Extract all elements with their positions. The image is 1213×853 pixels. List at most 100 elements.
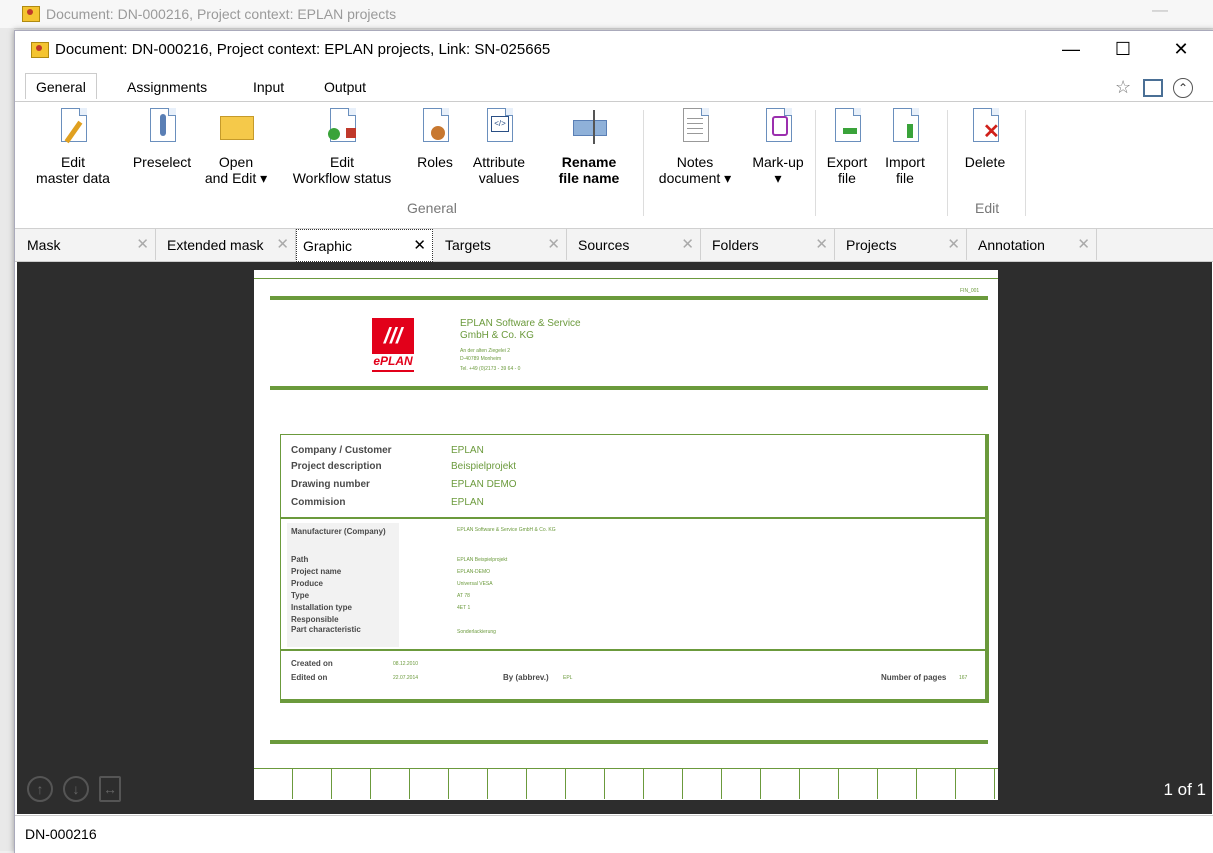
star-icon[interactable]: ☆ (1115, 77, 1131, 98)
tab-input[interactable]: Input (253, 79, 284, 95)
preselect-label: Preselect (132, 154, 192, 170)
rename-file-name-button[interactable]: Rename file name (551, 108, 627, 186)
background-title-bar: Document: DN-000216, Project context: EP… (0, 0, 1213, 29)
field-label: Drawing number (291, 479, 370, 490)
open-folder-icon (218, 108, 254, 148)
edited-label: Edited on (291, 673, 328, 682)
detail-value: EPLAN Software & Service GmbH & Co. KG (457, 527, 556, 533)
roles-button[interactable]: Roles (413, 108, 457, 170)
ribbon: Edit master data Preselect Open and Edit… (15, 101, 1213, 229)
background-left-strip (0, 28, 14, 851)
detail-label: Path (291, 555, 309, 564)
document-tabs: Mask ✕ Extended mask ✕ Graphic ✕ Targets ✕ S… (15, 229, 1213, 262)
window-title: Document: DN-000216, Project context: EP… (55, 41, 551, 58)
attribute-values-button[interactable]: </> Attribute values (463, 108, 535, 186)
tab-extended-mask[interactable]: Extended mask ✕ (155, 229, 296, 260)
ribbon-separator (1025, 110, 1026, 216)
by-label: By (abbrev.) (503, 673, 549, 682)
close-icon[interactable]: ✕ (413, 236, 426, 254)
tab-targets[interactable]: Targets ✕ (433, 229, 567, 260)
open-and-edit-button[interactable]: Open and Edit ▾ (201, 108, 271, 186)
export-label-2: file (838, 170, 856, 186)
close-icon[interactable]: ✕ (947, 235, 960, 253)
edit-workflow-label-1: Edit (329, 154, 355, 170)
import-file-button[interactable]: Import file (877, 108, 933, 186)
detail-value: Sonderlackierung (457, 629, 496, 635)
workflow-icon (324, 108, 360, 148)
detail-label: Part characteristic (291, 625, 361, 634)
arrow-down-icon[interactable]: ↓ (63, 776, 89, 802)
tab-mask[interactable]: Mask ✕ (15, 229, 156, 260)
tab-annotation[interactable]: Annotation ✕ (966, 229, 1097, 260)
tab-graphic-label: Graphic (303, 238, 353, 254)
tab-sources[interactable]: Sources ✕ (566, 229, 701, 260)
tab-projects-label: Projects (846, 237, 897, 253)
background-minimize-button[interactable]: — (1152, 2, 1168, 20)
box-divider (281, 517, 985, 519)
tab-folders[interactable]: Folders ✕ (700, 229, 835, 260)
import-label-2: file (896, 170, 914, 186)
close-icon[interactable]: ✕ (1077, 235, 1090, 253)
detail-label: Type (291, 591, 310, 600)
background-title: Document: DN-000216, Project context: EP… (46, 6, 397, 22)
pages-label: Number of pages (881, 673, 947, 682)
graphic-viewer[interactable]: FIN_001 /// ePLAN EPLAN Software & Servi… (17, 262, 1212, 814)
title-bar: Document: DN-000216, Project context: EP… (15, 31, 1213, 69)
close-icon[interactable]: ✕ (547, 235, 560, 253)
address-line-1: An der alten Ziegelei 2 (460, 348, 511, 354)
fit-width-icon[interactable]: ↔ (99, 776, 121, 802)
close-icon[interactable]: ✕ (681, 235, 694, 253)
close-icon[interactable]: ✕ (136, 235, 149, 253)
tab-annotation-label: Annotation (978, 237, 1045, 253)
page-top-ruler (254, 270, 998, 279)
delete-icon: ✕ (967, 108, 1003, 148)
tab-projects[interactable]: Projects ✕ (834, 229, 967, 260)
tab-targets-label: Targets (445, 237, 491, 253)
tab-graphic[interactable]: Graphic ✕ (296, 229, 433, 262)
tab-folders-label: Folders (712, 237, 759, 253)
mark-up-button[interactable]: Mark-up ▾ (745, 108, 811, 186)
page-counter: 1 of 1 (1163, 780, 1206, 799)
tab-output[interactable]: Output (324, 79, 366, 95)
attribute-values-label-2: values (478, 170, 520, 186)
export-label-1: Export (826, 154, 868, 170)
created-label: Created on (291, 659, 333, 668)
tab-extended-mask-label: Extended mask (167, 237, 264, 253)
open-and-edit-label-2: and Edit ▾ (204, 170, 268, 186)
edit-master-data-button[interactable]: Edit master data (35, 108, 111, 186)
mark-up-label-2: ▾ (774, 170, 782, 186)
window-layout-icon[interactable] (1143, 79, 1163, 97)
close-icon[interactable]: ✕ (815, 235, 828, 253)
field-value: Beispielprojekt (451, 461, 517, 472)
close-icon[interactable]: ✕ (276, 235, 289, 253)
detail-value: 4ET 1 (457, 605, 471, 611)
preselect-button[interactable]: Preselect (129, 108, 195, 170)
title-block-strip (254, 768, 998, 799)
attribute-code-icon: </> (481, 108, 517, 148)
mark-up-icon (760, 108, 796, 148)
collapse-ribbon-icon[interactable]: ⌃ (1173, 78, 1193, 98)
tab-assignments[interactable]: Assignments (127, 79, 207, 95)
close-button[interactable]: ✕ (1161, 37, 1201, 61)
edit-workflow-status-button[interactable]: Edit Workflow status (281, 108, 403, 186)
detail-label: Produce (291, 579, 324, 588)
notes-icon (677, 108, 713, 148)
detail-value: EPLAN-DEMO (457, 569, 491, 575)
maximize-button[interactable]: ☐ (1103, 37, 1143, 61)
tab-general[interactable]: General (25, 73, 97, 99)
ribbon-separator (947, 110, 948, 216)
notes-document-button[interactable]: Notes document ▾ (655, 108, 735, 186)
edit-master-data-label-1: Edit (60, 154, 86, 170)
export-file-button[interactable]: Export file (821, 108, 873, 186)
minimize-button[interactable]: — (1051, 37, 1091, 61)
delete-label: Delete (964, 154, 1006, 170)
delete-button[interactable]: ✕ Delete (957, 108, 1013, 170)
arrow-up-icon[interactable]: ↑ (27, 776, 53, 802)
company-line-2: GmbH & Co. KG (460, 330, 534, 341)
edit-master-data-label-2: master data (36, 170, 110, 186)
preselect-icon (144, 108, 180, 148)
detail-value: AT 78 (457, 593, 470, 599)
roles-label: Roles (417, 154, 453, 170)
detail-label: Manufacturer (Company) (291, 527, 386, 536)
group-general-label: General (407, 200, 457, 216)
